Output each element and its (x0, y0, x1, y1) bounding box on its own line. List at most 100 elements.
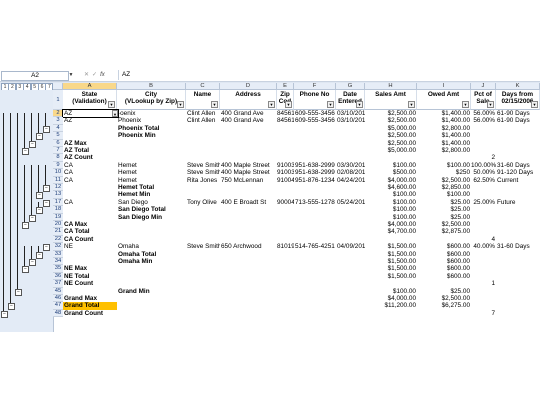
cell-h[interactable]: $100.00 (365, 206, 417, 213)
cell-e[interactable]: 84561 (277, 110, 294, 117)
row-number[interactable]: 22 (53, 235, 63, 244)
cell-h[interactable]: $11,200.00 (365, 302, 417, 309)
filter-dropdown-icon[interactable]: ▼ (408, 101, 415, 108)
cell-e[interactable]: 91004 (277, 177, 294, 184)
column-header-k[interactable]: K (496, 83, 540, 90)
cell-c[interactable]: Steve Smith (186, 169, 220, 176)
row-number-1[interactable]: 1 (53, 90, 63, 110)
cell-b[interactable]: Hemet (117, 177, 186, 184)
cell-d[interactable]: 400 Maple Street (220, 162, 277, 169)
cell-h[interactable]: $4,700.00 (365, 228, 417, 235)
name-box[interactable]: A2 (1, 71, 69, 81)
cell-b[interactable]: Phoenix (117, 117, 186, 124)
cell-j[interactable]: 50.00% (471, 169, 496, 176)
row-number[interactable]: 9 (53, 161, 63, 170)
cell-j[interactable]: 25.00% (471, 199, 496, 206)
cell-c[interactable]: Steve Smith (186, 162, 220, 169)
cell-j[interactable]: 62.50% (471, 177, 496, 184)
cell-d[interactable]: 400 Grand Ave (220, 110, 277, 117)
cell-j[interactable]: 1 (471, 280, 496, 287)
collapse-group-icon[interactable]: − (43, 125, 50, 133)
filter-dropdown-icon[interactable]: ▼ (531, 101, 538, 108)
cell-h[interactable]: $4,000.00 (365, 177, 417, 184)
cell-i[interactable]: $1,400.00 (417, 110, 471, 117)
cell-h[interactable]: $4,000.00 (365, 295, 417, 302)
cell-f[interactable]: 713-555-1278 (294, 199, 336, 206)
filter-dropdown-icon[interactable]: ▼ (177, 101, 184, 108)
formula-input[interactable]: AZ (118, 70, 540, 80)
row-number[interactable]: 46 (53, 295, 63, 303)
collapse-group-icon[interactable]: − (1, 310, 8, 318)
cell-i[interactable]: $25.00 (417, 199, 471, 206)
cell-i[interactable]: $1,400.00 (417, 117, 471, 124)
cell-i[interactable]: $600.00 (417, 265, 471, 272)
row-number[interactable]: 4 (53, 124, 63, 133)
cell-d[interactable]: 400 Maple Street (220, 169, 277, 176)
row-number[interactable]: 20 (53, 221, 63, 229)
cell-g[interactable]: 04/09/2014 (336, 243, 365, 250)
cell-h[interactable]: $5,000.00 (365, 147, 417, 154)
cell-i[interactable]: $25.00 (417, 206, 471, 213)
row-number[interactable]: 10 (53, 169, 63, 177)
cell-b[interactable]: Grand Min (117, 288, 186, 295)
cell-h[interactable]: $100.00 (365, 288, 417, 295)
row-number[interactable]: 37 (53, 280, 63, 288)
cell-a[interactable]: AZ (63, 117, 117, 124)
cell-a[interactable]: AZ Count (63, 154, 117, 161)
cell-f[interactable]: 609-555-3456 (294, 110, 336, 117)
cell-h[interactable]: $1,500.00 (365, 265, 417, 272)
row-number[interactable]: 48 (53, 309, 63, 318)
collapse-group-icon[interactable]: − (22, 266, 29, 274)
cell-h[interactable]: $1,500.00 (365, 273, 417, 280)
cell-b[interactable]: Omaha Total (117, 251, 186, 258)
cell-b[interactable]: Hemet (117, 169, 186, 176)
fx-icon[interactable]: fx (100, 72, 105, 78)
cell-i[interactable]: $2,500.00 (417, 295, 471, 302)
cell-i[interactable]: $100.00 (417, 162, 471, 169)
cell-c[interactable]: Clint Allen (186, 117, 220, 124)
row-number[interactable]: 5 (53, 132, 63, 140)
cell-h[interactable]: $5,000.00 (365, 125, 417, 132)
cell-a[interactable]: CA (63, 162, 117, 169)
collapse-group-icon[interactable]: − (8, 303, 15, 311)
cell-a[interactable]: CA (63, 177, 117, 184)
cell-i[interactable]: $600.00 (417, 251, 471, 258)
collapse-group-icon[interactable]: − (36, 251, 43, 259)
cell-a[interactable]: AZ Max (63, 140, 117, 147)
cell-b[interactable]: Hemet Min (117, 191, 186, 198)
row-number[interactable]: 34 (53, 258, 63, 266)
column-header-e[interactable]: E (277, 83, 294, 90)
collapse-group-icon[interactable]: − (29, 259, 36, 266)
cell-i[interactable]: $1,400.00 (417, 140, 471, 147)
collapse-group-icon[interactable]: − (36, 133, 43, 141)
cell-i[interactable]: $600.00 (417, 243, 471, 250)
row-number[interactable]: 32 (53, 243, 63, 251)
name-box-dropdown-icon[interactable]: ▼ (68, 71, 74, 79)
cell-a[interactable]: NE (63, 243, 117, 250)
column-header-i[interactable]: I (417, 83, 471, 90)
cell-b[interactable]: San Diego Total (117, 206, 186, 213)
cell-k[interactable]: Future (496, 199, 540, 206)
column-header-h[interactable]: H (365, 83, 417, 90)
filter-dropdown-icon[interactable]: ▼ (462, 101, 469, 108)
cell-i[interactable]: $2,800.00 (417, 125, 471, 132)
cell-h[interactable]: $100.00 (365, 199, 417, 206)
cell-j[interactable]: 56.00% (471, 110, 496, 117)
cell-a[interactable]: AZ ▼ (62, 108, 119, 119)
cell-h[interactable]: $1,500.00 (365, 258, 417, 265)
cell-c[interactable]: Tony Olive (186, 199, 220, 206)
cell-i[interactable]: $6,275.00 (417, 302, 471, 309)
cell-h[interactable]: $2,500.00 (365, 117, 417, 124)
collapse-group-icon[interactable]: − (43, 244, 50, 252)
cell-j[interactable]: 40.00% (471, 243, 496, 250)
cell-g[interactable]: 05/24/2014 (336, 199, 365, 206)
cell-g[interactable]: 03/30/2014 (336, 162, 365, 169)
row-number[interactable]: 19 (53, 213, 63, 221)
cancel-icon[interactable]: ✕ (84, 70, 89, 80)
cell-b[interactable]: Hemet Total (117, 184, 186, 191)
row-number[interactable]: 7 (53, 147, 63, 155)
cell-i[interactable]: $600.00 (417, 258, 471, 265)
row-number[interactable]: 12 (53, 184, 63, 192)
cell-i[interactable]: $25.00 (417, 288, 471, 295)
collapse-group-icon[interactable]: − (22, 148, 29, 155)
